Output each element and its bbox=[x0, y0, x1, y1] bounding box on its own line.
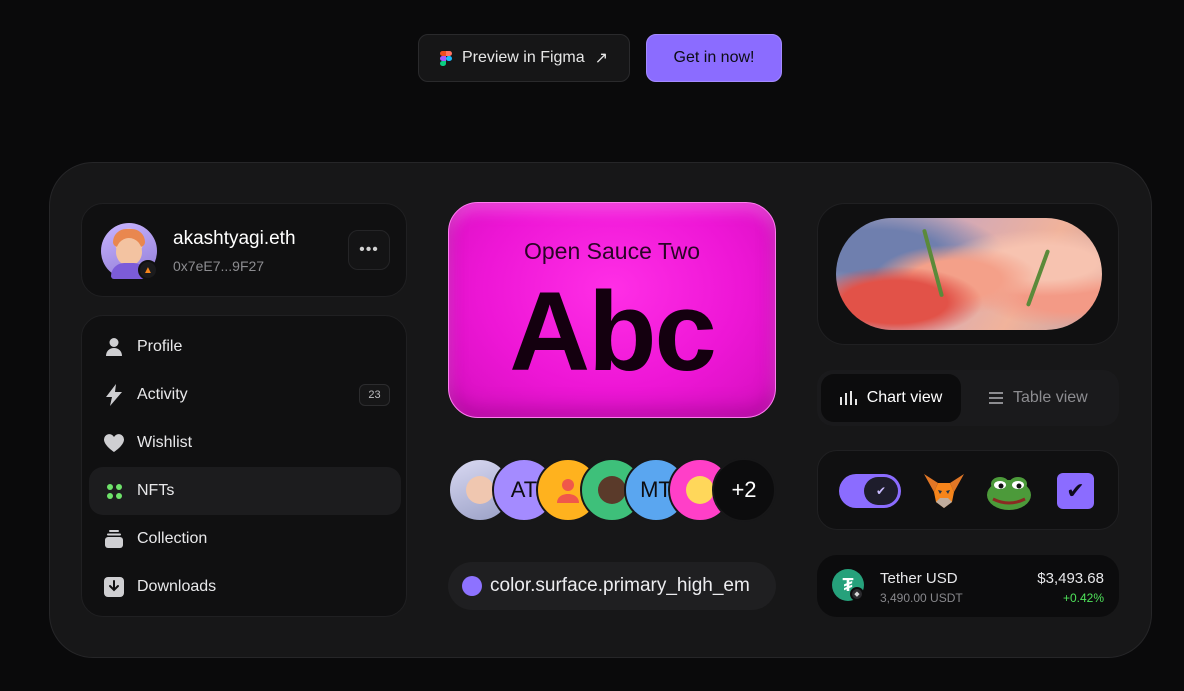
sidebar-item-label: Activity bbox=[137, 386, 188, 403]
sidebar-item-label: Wishlist bbox=[137, 434, 193, 451]
sidebar-item-activity[interactable]: Activity 23 bbox=[89, 371, 401, 419]
sidebar-item-label: NFTs bbox=[137, 482, 175, 499]
color-token-label: color.surface.primary_high_em bbox=[490, 575, 750, 596]
more-avatars-count: +2 bbox=[731, 477, 757, 502]
sidebar-item-label: Profile bbox=[137, 338, 183, 355]
check-icon: ✔ bbox=[864, 477, 898, 505]
profile-card: ▲ akashtyagi.eth 0x7eE7...9F27 ••• bbox=[81, 203, 407, 297]
sidebar-item-label: Collection bbox=[137, 530, 208, 547]
avatar-initials-label: AT bbox=[510, 477, 538, 502]
wallet-address: 0x7eE7...9F27 bbox=[173, 258, 265, 274]
figma-icon bbox=[439, 50, 452, 66]
pepe-frog-icon[interactable] bbox=[985, 471, 1033, 511]
color-swatch bbox=[462, 576, 482, 596]
view-toggle: Chart view Table view bbox=[817, 370, 1119, 426]
arrow-up-right-icon: ↗ bbox=[594, 50, 609, 67]
download-icon bbox=[103, 576, 125, 598]
bar-chart-icon bbox=[839, 391, 857, 405]
grid-dots-icon bbox=[103, 480, 125, 502]
heart-icon bbox=[103, 432, 125, 454]
token-usd-value: $3,493.68 bbox=[1037, 570, 1104, 587]
checkbox[interactable]: ✔ bbox=[1057, 473, 1094, 509]
more-avatars-badge[interactable]: +2 bbox=[712, 458, 776, 522]
flower-image bbox=[836, 218, 1102, 330]
list-icon bbox=[989, 392, 1003, 404]
toggle-switch[interactable]: ✔ bbox=[839, 474, 901, 508]
controls-card: ✔ ✔ bbox=[817, 450, 1119, 530]
ethereum-badge-icon: ◆ bbox=[850, 587, 864, 601]
sidebar-item-collection[interactable]: Collection bbox=[89, 515, 401, 563]
check-icon: ✔ bbox=[1066, 478, 1085, 503]
sidebar-item-profile[interactable]: Profile bbox=[89, 323, 401, 371]
chart-view-label: Chart view bbox=[866, 389, 943, 406]
sidebar-item-downloads[interactable]: Downloads bbox=[89, 563, 401, 611]
token-change: +0.42% bbox=[1062, 591, 1104, 605]
get-in-now-label: Get in now! bbox=[673, 49, 755, 66]
font-name: Open Sauce Two bbox=[523, 238, 701, 264]
sidebar-item-wishlist[interactable]: Wishlist bbox=[89, 419, 401, 467]
sidebar-nav: Profile Activity 23 Wishlist NFTs Collec… bbox=[81, 315, 407, 617]
chart-view-button[interactable]: Chart view bbox=[821, 374, 961, 422]
color-token-pill: color.surface.primary_high_em bbox=[448, 562, 776, 610]
user-icon bbox=[103, 336, 125, 358]
token-name: Tether USD bbox=[880, 570, 958, 587]
lightning-icon bbox=[103, 384, 125, 406]
activity-count-badge: 23 bbox=[359, 384, 390, 406]
profile-name: akashtyagi.eth bbox=[173, 228, 296, 249]
image-card bbox=[817, 203, 1119, 345]
font-preview-card: Open Sauce Two Abc bbox=[448, 202, 776, 418]
user-icon bbox=[557, 479, 579, 503]
table-view-label: Table view bbox=[1013, 389, 1088, 406]
token-row[interactable]: ₮ ◆ Tether USD 3,490.00 USDT $3,493.68 +… bbox=[817, 555, 1119, 617]
avatar-stack: AT MT +2 bbox=[448, 458, 778, 522]
top-actions: Preview in Figma ↗ Get in now! bbox=[418, 34, 782, 82]
preview-in-figma-label: Preview in Figma bbox=[461, 49, 585, 66]
sidebar-item-label: Downloads bbox=[137, 578, 217, 595]
stack-icon bbox=[103, 528, 125, 550]
avatar[interactable]: ▲ bbox=[101, 223, 158, 280]
token-amount: 3,490.00 USDT bbox=[880, 591, 963, 605]
metamask-fox-icon[interactable] bbox=[922, 472, 966, 510]
metamask-badge-icon: ▲ bbox=[138, 260, 158, 280]
ellipsis-icon: ••• bbox=[359, 241, 379, 258]
table-view-button[interactable]: Table view bbox=[989, 374, 1109, 422]
sidebar-item-nfts[interactable]: NFTs bbox=[89, 467, 401, 515]
get-in-now-button[interactable]: Get in now! bbox=[646, 34, 782, 82]
more-options-button[interactable]: ••• bbox=[348, 230, 390, 270]
preview-in-figma-button[interactable]: Preview in Figma ↗ bbox=[418, 34, 630, 82]
font-sample: Abc bbox=[509, 269, 717, 394]
